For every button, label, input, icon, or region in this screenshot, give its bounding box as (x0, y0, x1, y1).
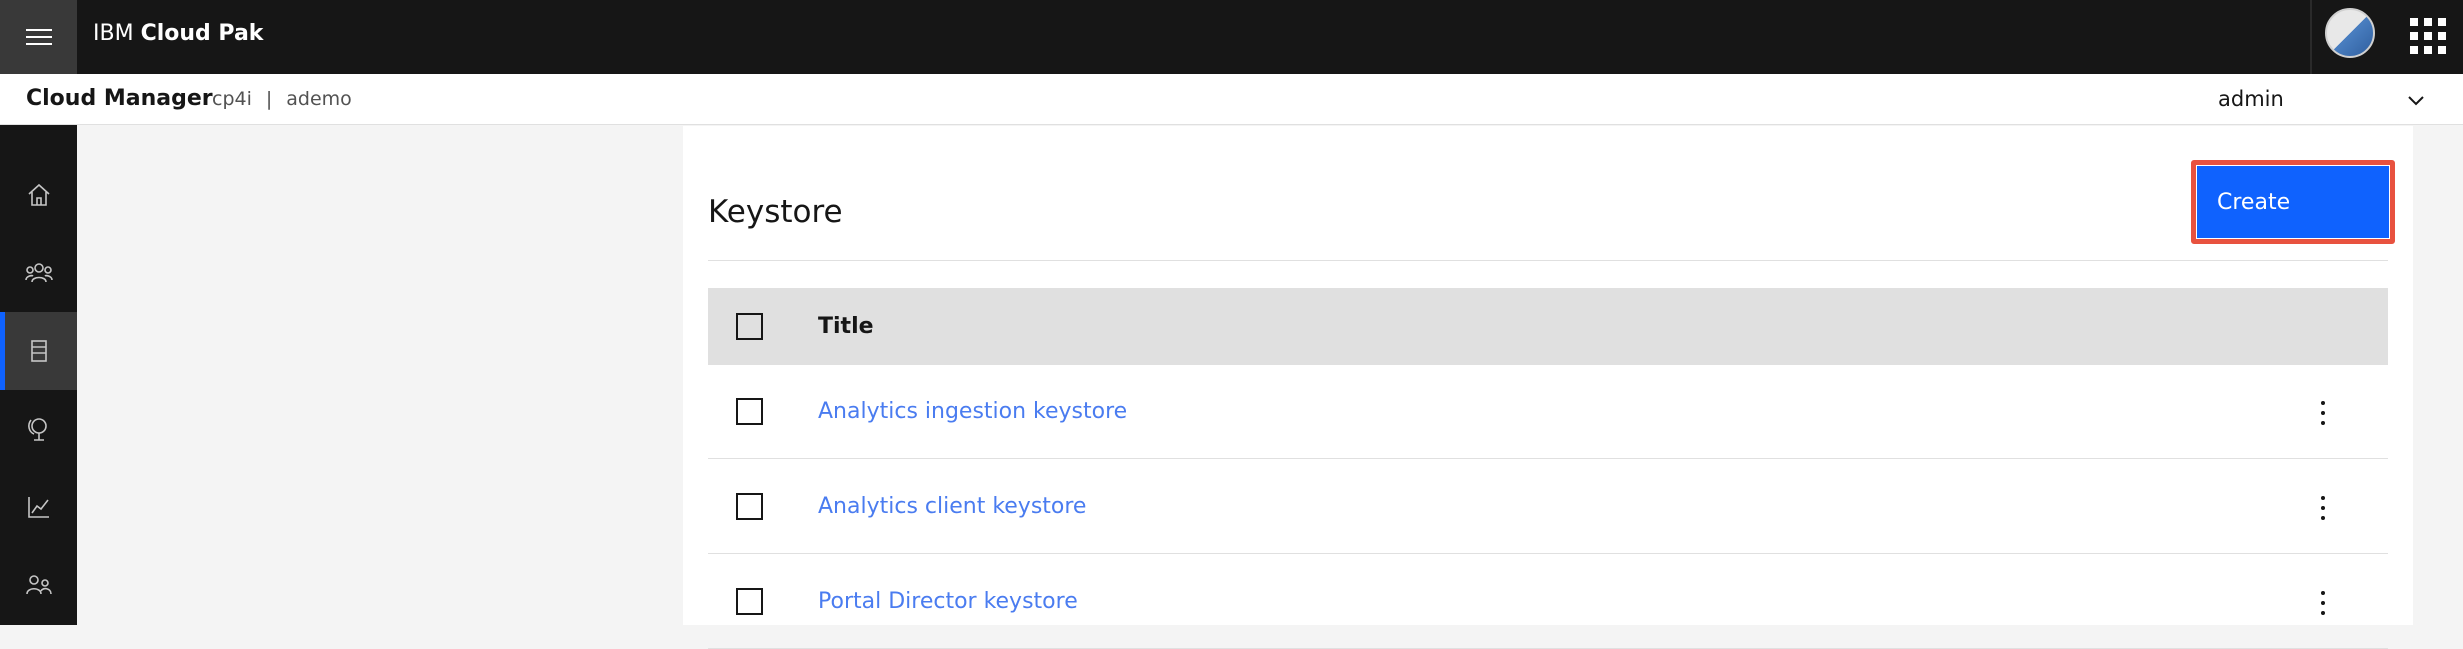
table-header: Title (708, 288, 2388, 365)
topology-icon (27, 418, 47, 441)
hamburger-menu-icon[interactable] (0, 0, 77, 74)
nav-topology[interactable] (0, 390, 77, 468)
brand-title[interactable]: IBM Cloud Pak (93, 0, 263, 74)
keystore-link[interactable]: Analytics client keystore (818, 460, 1086, 554)
app-title[interactable]: Cloud Manager (26, 74, 213, 124)
row-checkbox[interactable] (736, 588, 763, 615)
top-header: IBM Cloud Pak (0, 0, 2463, 74)
breadcrumb-space[interactable]: ademo (286, 88, 352, 110)
brand-prefix: IBM (93, 21, 134, 46)
nav-users[interactable] (0, 234, 77, 312)
create-button[interactable]: Create (2197, 166, 2389, 238)
keystore-panel: Keystore Create Title Analytics ingestio… (683, 126, 2413, 649)
select-all-checkbox[interactable] (736, 313, 763, 340)
table-row: Analytics client keystore (708, 460, 2388, 554)
hamburger-glyph (25, 29, 52, 45)
app-switcher-icon[interactable] (2410, 18, 2446, 54)
table-row: Portal Director keystore (708, 555, 2388, 649)
breadcrumb-separator: | (265, 88, 273, 110)
user-menu-label[interactable]: admin (2218, 74, 2284, 124)
row-checkbox[interactable] (736, 493, 763, 520)
overflow-menu-icon[interactable] (2308, 591, 2338, 615)
breadcrumb-org[interactable]: cp4i (212, 88, 252, 110)
keystore-link[interactable]: Portal Director keystore (818, 555, 1078, 649)
user-avatar[interactable] (2325, 8, 2375, 58)
header-divider (2310, 0, 2312, 74)
title-divider (708, 260, 2388, 261)
page-title: Keystore (708, 194, 843, 230)
analytics-icon (27, 497, 49, 518)
users-icon (24, 263, 53, 283)
brand-name: Cloud Pak (140, 21, 264, 46)
column-header-title[interactable]: Title (818, 288, 874, 365)
nav-analytics[interactable] (0, 468, 77, 546)
overflow-menu-icon[interactable] (2308, 496, 2338, 520)
home-icon (27, 183, 50, 206)
keystore-link[interactable]: Analytics ingestion keystore (818, 365, 1127, 459)
sub-header: Cloud Manager cp4i | ademo admin (0, 74, 2463, 125)
breadcrumb: cp4i | ademo (212, 74, 352, 124)
table-row: Analytics ingestion keystore (708, 365, 2388, 459)
row-checkbox[interactable] (736, 398, 763, 425)
nav-home[interactable] (0, 156, 77, 234)
members-icon (25, 575, 52, 595)
overflow-menu-icon[interactable] (2308, 401, 2338, 425)
left-navigation (0, 125, 77, 625)
nav-resources[interactable] (0, 312, 77, 390)
nav-members[interactable] (0, 546, 77, 624)
chevron-down-icon[interactable] (2404, 88, 2428, 112)
resources-icon (30, 340, 47, 362)
